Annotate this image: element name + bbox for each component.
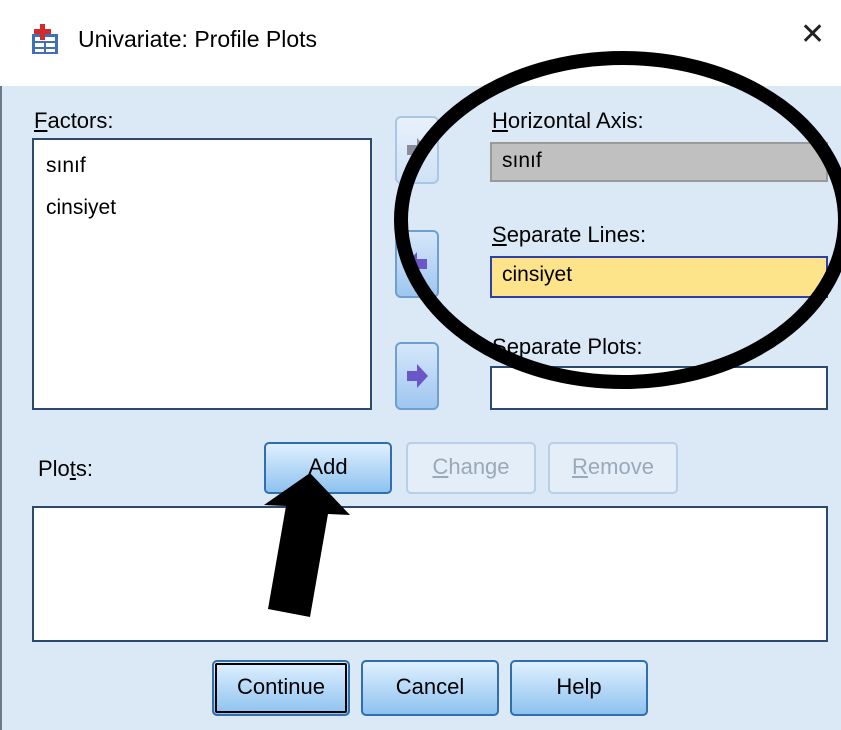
window-title: Univariate: Profile Plots (78, 26, 318, 52)
horizontal-axis-label: Horizontal Axis: (492, 108, 644, 133)
remove-button[interactable]: Remove (548, 442, 678, 494)
title-bar: Univariate: Profile Plots ✕ (0, 0, 841, 86)
separate-plots-field[interactable] (490, 366, 828, 410)
continue-button[interactable]: Continue (212, 660, 350, 716)
move-to-separate-lines-button[interactable] (395, 230, 439, 298)
plots-label: Plots: (38, 456, 94, 481)
move-to-separate-plots-button[interactable] (395, 342, 439, 410)
factor-item-sinif[interactable]: sınıf (46, 154, 86, 178)
separate-lines-label: Separate Lines: (492, 222, 647, 247)
separate-lines-field[interactable]: cinsiyet (490, 256, 828, 298)
factor-item-cinsiyet[interactable]: cinsiyet (46, 196, 116, 220)
arrow-left-icon (406, 252, 427, 276)
cancel-button[interactable]: Cancel (361, 660, 499, 716)
horizontal-axis-field[interactable]: sınıf (490, 142, 828, 182)
separate-plots-label: Separate Plots: (492, 334, 643, 359)
close-icon[interactable]: ✕ (800, 20, 825, 50)
change-button[interactable]: Change (406, 442, 536, 494)
factors-label: Factors: (34, 108, 114, 133)
help-button[interactable]: Help (510, 660, 648, 716)
plots-list[interactable] (32, 506, 828, 642)
spss-dialog-icon (32, 24, 58, 54)
arrow-right-icon (407, 364, 428, 388)
add-button[interactable]: Add (264, 442, 392, 494)
move-to-horizontal-axis-button[interactable] (395, 116, 439, 184)
factors-list[interactable]: sınıf cinsiyet (32, 138, 372, 410)
arrow-right-icon (407, 138, 428, 162)
profile-plots-dialog: Univariate: Profile Plots ✕ Factors: sın… (0, 0, 841, 730)
window-border (0, 86, 2, 730)
